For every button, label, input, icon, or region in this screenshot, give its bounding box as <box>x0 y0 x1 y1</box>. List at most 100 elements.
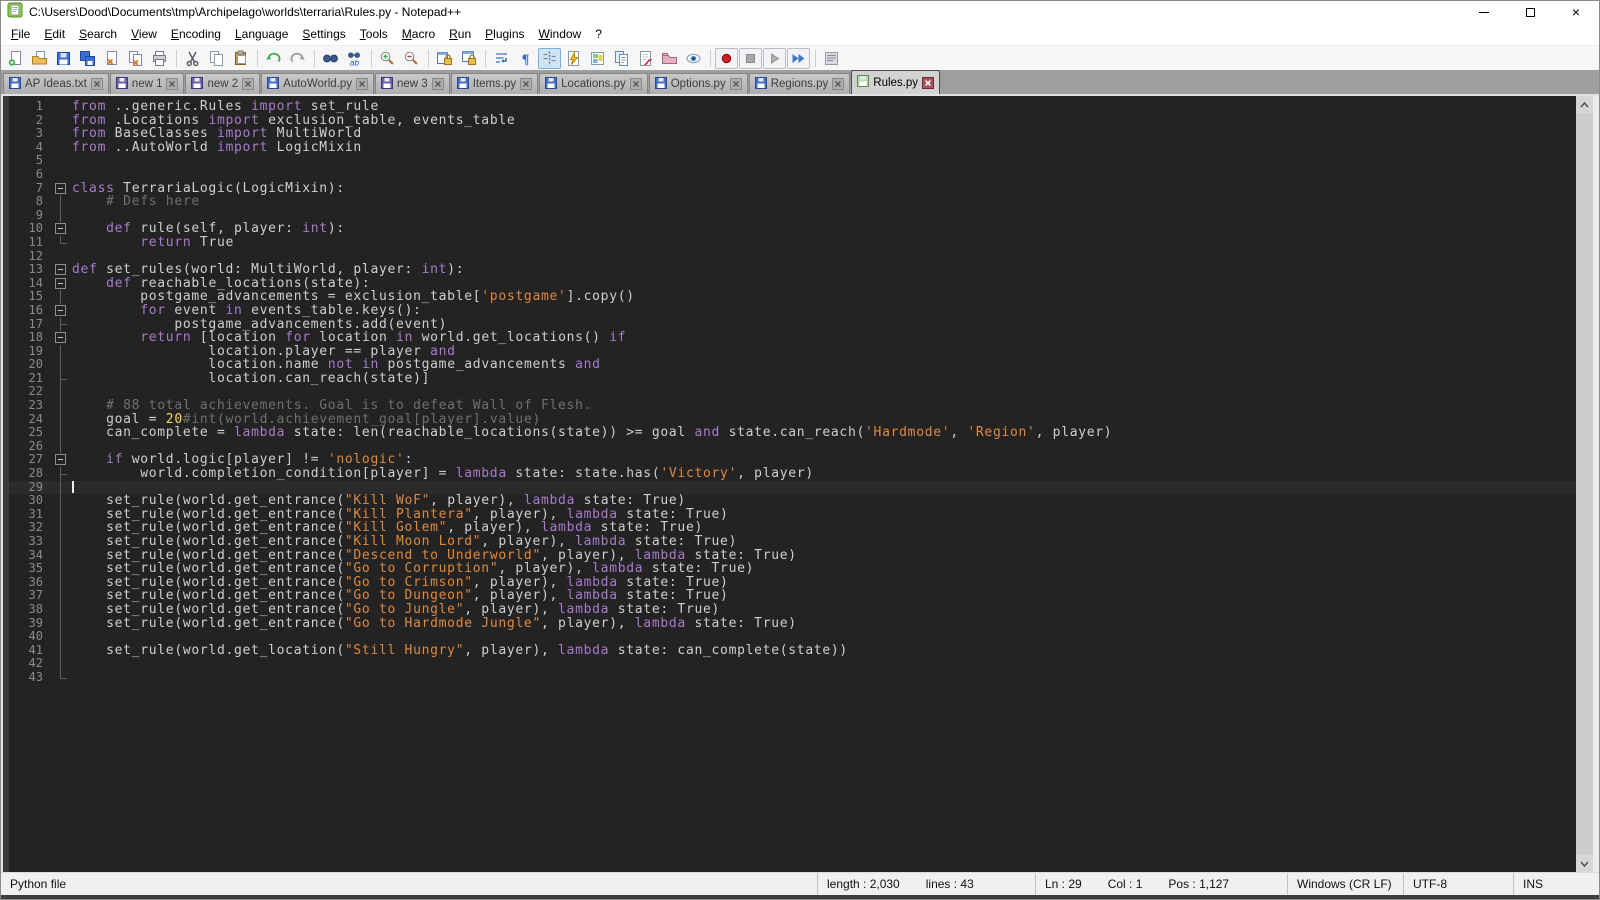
line-number[interactable]: 21 <box>9 372 50 386</box>
tab-rules-py[interactable]: Rules.py <box>851 70 940 94</box>
code-line[interactable]: 10 def rule(self, player: int): <box>9 222 1576 236</box>
menu-edit[interactable]: Edit <box>37 24 72 44</box>
line-number[interactable]: 40 <box>9 630 50 644</box>
line-number[interactable]: 29 <box>9 481 50 495</box>
fold-collapse-icon[interactable] <box>50 277 72 291</box>
code-line[interactable]: 38 set_rule(world.get_entrance("Go to Ju… <box>9 603 1576 617</box>
code-line[interactable]: 18 return [location for location in worl… <box>9 331 1576 345</box>
menu-macro[interactable]: Macro <box>395 24 442 44</box>
line-number[interactable]: 30 <box>9 494 50 508</box>
line-number[interactable]: 25 <box>9 426 50 440</box>
tab-items-py[interactable]: Items.py <box>451 73 538 94</box>
line-number[interactable]: 20 <box>9 358 50 372</box>
code-line[interactable]: 37 set_rule(world.get_entrance("Go to Du… <box>9 589 1576 603</box>
close-tab-icon[interactable] <box>630 78 642 90</box>
restore-button[interactable] <box>1507 1 1553 23</box>
code-line[interactable]: 17 postgame_advancements.add(event) <box>9 318 1576 332</box>
close-tab-icon[interactable] <box>242 78 254 90</box>
tab-new-2[interactable]: new 2 <box>185 73 260 94</box>
menu-settings[interactable]: Settings <box>295 24 352 44</box>
document-list-icon[interactable] <box>610 48 633 69</box>
menu-language[interactable]: Language <box>228 24 295 44</box>
line-number[interactable]: 7 <box>9 182 50 196</box>
code-line[interactable]: 32 set_rule(world.get_entrance("Kill Gol… <box>9 521 1576 535</box>
code-line[interactable]: 3from BaseClasses import MultiWorld <box>9 127 1576 141</box>
code-line[interactable]: 12 <box>9 250 1576 264</box>
code-line[interactable]: 1from ..generic.Rules import set_rule <box>9 100 1576 114</box>
sync-horizontal-icon[interactable] <box>457 48 480 69</box>
code-line[interactable]: 23 # 88 total achievements. Goal is to d… <box>9 399 1576 413</box>
code-line[interactable]: 31 set_rule(world.get_entrance("Kill Pla… <box>9 508 1576 522</box>
redo-icon[interactable] <box>286 48 309 69</box>
menu-help[interactable]: ? <box>588 24 609 44</box>
line-number[interactable]: 42 <box>9 657 50 671</box>
line-number[interactable]: 16 <box>9 304 50 318</box>
sync-vertical-icon[interactable] <box>433 48 456 69</box>
code-line[interactable]: 16 for event in events_table.keys(): <box>9 304 1576 318</box>
tab-ap-ideas-txt[interactable]: AP Ideas.txt <box>3 73 109 94</box>
save-icon[interactable] <box>52 48 75 69</box>
code-line[interactable]: 5 <box>9 154 1576 168</box>
line-number[interactable]: 9 <box>9 209 50 223</box>
code-line[interactable]: 2from .Locations import exclusion_table,… <box>9 114 1576 128</box>
macro-play-icon[interactable] <box>763 48 786 69</box>
line-number[interactable]: 1 <box>9 100 50 114</box>
line-number[interactable]: 34 <box>9 549 50 563</box>
close-tab-icon[interactable] <box>91 78 103 90</box>
code-line[interactable]: 19 location.player == player and <box>9 345 1576 359</box>
line-number[interactable]: 5 <box>9 154 50 168</box>
document-map-icon[interactable] <box>586 48 609 69</box>
code-line[interactable]: 33 set_rule(world.get_entrance("Kill Moo… <box>9 535 1576 549</box>
line-number[interactable]: 12 <box>9 250 50 264</box>
menu-search[interactable]: Search <box>72 24 124 44</box>
close-tab-icon[interactable] <box>832 78 844 90</box>
code-line[interactable]: 29 <box>9 481 1576 495</box>
open-folder-icon[interactable] <box>28 48 51 69</box>
code-line[interactable]: 14 def reachable_locations(state): <box>9 277 1576 291</box>
close-tab-icon[interactable] <box>432 78 444 90</box>
show-all-characters-icon[interactable]: ¶ <box>514 48 537 69</box>
replace-icon[interactable]: ab <box>343 48 366 69</box>
code-line[interactable]: 6 <box>9 168 1576 182</box>
code-line[interactable]: 30 set_rule(world.get_entrance("Kill WoF… <box>9 494 1576 508</box>
cut-icon[interactable] <box>181 48 204 69</box>
code-line[interactable]: 25 can_complete = lambda state: len(reac… <box>9 426 1576 440</box>
fold-collapse-icon[interactable] <box>50 331 72 345</box>
show-indent-guide-icon[interactable] <box>538 48 561 69</box>
line-number[interactable]: 15 <box>9 290 50 304</box>
status-eol-format[interactable]: Windows (CR LF) <box>1287 873 1403 895</box>
line-number[interactable]: 24 <box>9 413 50 427</box>
code-line[interactable]: 8 # Defs here <box>9 195 1576 209</box>
code-area[interactable]: 1from ..generic.Rules import set_rule2fr… <box>9 96 1576 872</box>
print-icon[interactable] <box>148 48 171 69</box>
line-number[interactable]: 27 <box>9 453 50 467</box>
macro-record-icon[interactable] <box>715 48 738 69</box>
line-number[interactable]: 18 <box>9 331 50 345</box>
line-number[interactable]: 6 <box>9 168 50 182</box>
line-number[interactable]: 32 <box>9 521 50 535</box>
line-number[interactable]: 33 <box>9 535 50 549</box>
line-number[interactable]: 10 <box>9 222 50 236</box>
line-number[interactable]: 26 <box>9 440 50 454</box>
status-encoding[interactable]: UTF-8 <box>1403 873 1513 895</box>
close-all-icon[interactable] <box>124 48 147 69</box>
monitoring-icon[interactable] <box>682 48 705 69</box>
fold-collapse-icon[interactable] <box>50 222 72 236</box>
code-line[interactable]: 26 <box>9 440 1576 454</box>
word-wrap-icon[interactable] <box>490 48 513 69</box>
user-language-icon[interactable] <box>562 48 585 69</box>
macro-save-icon[interactable] <box>820 48 843 69</box>
zoom-out-icon[interactable] <box>400 48 423 69</box>
code-line[interactable]: 41 set_rule(world.get_location("Still Hu… <box>9 644 1576 658</box>
function-list-icon[interactable] <box>634 48 657 69</box>
menu-view[interactable]: View <box>124 24 164 44</box>
menu-encoding[interactable]: Encoding <box>164 24 228 44</box>
close-tab-icon[interactable] <box>730 78 742 90</box>
find-icon[interactable] <box>319 48 342 69</box>
close-tab-icon[interactable] <box>922 77 934 89</box>
save-all-icon[interactable] <box>76 48 99 69</box>
code-line[interactable]: 28 world.completion_condition[player] = … <box>9 467 1576 481</box>
code-line[interactable]: 40 <box>9 630 1576 644</box>
tab-locations-py[interactable]: Locations.py <box>539 73 648 94</box>
status-insert-mode[interactable]: INS <box>1513 873 1599 895</box>
